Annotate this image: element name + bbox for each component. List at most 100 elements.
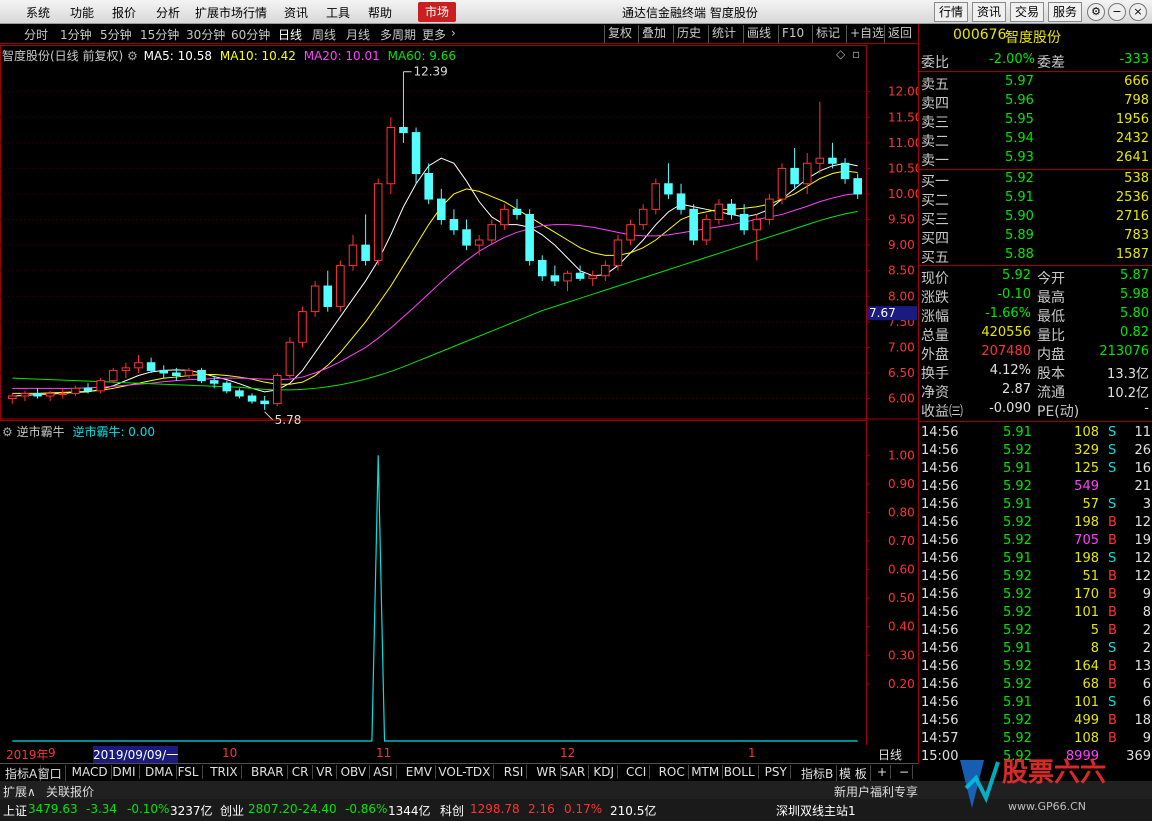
index-name[interactable]: 科创 <box>440 802 464 819</box>
candlestick[interactable] <box>601 260 610 281</box>
indicator-tab[interactable]: SAR <box>558 765 590 779</box>
candlestick[interactable] <box>537 255 547 281</box>
period-daily[interactable]: 日线 <box>278 26 302 43</box>
period-weekly[interactable]: 周线 <box>312 26 336 43</box>
candlestick[interactable] <box>449 209 459 235</box>
indicator-tab[interactable]: BOLL <box>721 765 759 779</box>
candlestick[interactable] <box>727 199 736 220</box>
period-60min[interactable]: 60分钟 <box>231 26 270 43</box>
candlestick[interactable] <box>765 193 774 225</box>
indicator-tab[interactable]: TRIX <box>207 765 242 779</box>
order-book-row[interactable]: 买三 5.90 2716 <box>919 208 1152 228</box>
candlestick[interactable] <box>121 362 131 379</box>
candlestick[interactable] <box>222 380 232 394</box>
indicator-tab[interactable]: ROC <box>656 765 689 779</box>
candlestick[interactable] <box>563 270 572 292</box>
candlestick[interactable] <box>777 163 787 205</box>
menu-tools[interactable]: 工具 <box>326 4 350 21</box>
indicator-tab[interactable]: EMV <box>403 765 436 779</box>
diamond-icon[interactable]: ◇ <box>836 47 845 61</box>
order-book-row[interactable]: 买一 5.92 538 <box>919 170 1152 190</box>
square-icon[interactable]: ▫ <box>852 47 860 61</box>
candlestick[interactable] <box>8 393 17 404</box>
period-multi[interactable]: 多周期 <box>380 26 416 43</box>
minimize-icon[interactable]: − <box>1108 3 1126 21</box>
chevron-right-icon[interactable]: › <box>451 26 456 40</box>
menu-quote[interactable]: 报价 <box>112 4 136 21</box>
candlestick[interactable] <box>373 178 383 266</box>
candlestick[interactable] <box>399 71 408 143</box>
candlestick[interactable] <box>96 378 105 394</box>
btn-jiaoyi[interactable]: 交易 <box>1010 2 1045 22</box>
candlestick[interactable] <box>840 158 850 184</box>
indicator-tab[interactable]: OBV <box>338 765 371 779</box>
order-book-row[interactable]: 卖二 5.94 2432 <box>919 130 1152 150</box>
candlestick[interactable] <box>298 306 307 348</box>
indicator-tab[interactable]: BRAR <box>248 765 288 779</box>
btn-hangqing[interactable]: 行情 <box>934 2 969 22</box>
order-book-row[interactable]: 卖一 5.93 2641 <box>919 149 1152 169</box>
indicator-tab[interactable]: VOL-TDX <box>435 765 495 779</box>
indicator-tab[interactable]: VR <box>313 765 337 779</box>
candlestick[interactable] <box>108 367 118 384</box>
candlestick[interactable] <box>134 355 143 373</box>
kline-chart-svg[interactable]: 12.00 11.50 11.00 10.50 10.00 9.50 9.00 8.50 8.0… <box>0 45 922 745</box>
candlestick[interactable] <box>676 183 686 215</box>
candlestick[interactable] <box>474 234 484 256</box>
btn-zixun[interactable]: 资讯 <box>972 2 1007 22</box>
period-30min[interactable]: 30分钟 <box>186 26 225 43</box>
related-quote-button[interactable]: 关联报价 <box>46 783 94 800</box>
menu-info[interactable]: 资讯 <box>284 4 308 21</box>
candlestick[interactable] <box>525 209 534 266</box>
candlestick[interactable] <box>550 265 560 287</box>
indicator-tab-right[interactable]: 模 板 <box>836 765 871 782</box>
candlestick[interactable] <box>487 219 497 246</box>
candlestick[interactable] <box>71 385 80 396</box>
candlestick[interactable] <box>714 199 724 225</box>
tool-mark[interactable]: 标记 <box>812 25 843 43</box>
candlestick[interactable] <box>664 163 673 200</box>
candlestick[interactable] <box>310 280 320 317</box>
candlestick[interactable] <box>33 388 42 399</box>
indicator-tab[interactable]: PSY <box>762 765 791 779</box>
server-status[interactable]: 深圳双线主站1 <box>776 802 856 819</box>
news-ticker[interactable]: 新用户福利专享 <box>834 783 918 800</box>
indicator-tab-right[interactable]: − <box>896 765 914 779</box>
indicator-tab[interactable]: ASI <box>370 765 397 779</box>
tool-add-watch[interactable]: +自选 <box>846 25 887 43</box>
candlestick[interactable] <box>512 199 522 220</box>
candlestick[interactable] <box>58 388 68 399</box>
candlestick[interactable] <box>411 127 421 184</box>
candlestick[interactable] <box>336 260 345 312</box>
candlestick[interactable] <box>323 270 333 312</box>
tool-stats[interactable]: 统计 <box>708 25 739 43</box>
candlestick[interactable] <box>462 219 471 251</box>
candlestick[interactable] <box>197 367 206 384</box>
menu-help[interactable]: 帮助 <box>368 4 392 21</box>
indicator-tab-right[interactable]: + <box>874 765 892 779</box>
candlestick[interactable] <box>272 372 282 407</box>
candlestick[interactable] <box>638 204 648 230</box>
indicator-tab[interactable]: WR <box>533 765 561 779</box>
candlestick[interactable] <box>853 173 862 200</box>
candlestick[interactable] <box>689 204 698 246</box>
candlestick[interactable] <box>348 234 358 271</box>
candlestick[interactable] <box>752 214 762 261</box>
order-book-row[interactable]: 卖五 5.97 666 <box>919 73 1152 93</box>
tool-history[interactable]: 历史 <box>673 25 704 43</box>
indicator-tab[interactable]: FSL <box>175 765 203 779</box>
expand-button[interactable]: 扩展∧ <box>3 783 36 800</box>
order-book-row[interactable]: 卖三 5.95 1956 <box>919 111 1152 131</box>
candlestick[interactable] <box>285 337 295 379</box>
tool-draw[interactable]: 画线 <box>743 25 774 43</box>
candlestick[interactable] <box>651 178 661 215</box>
period-1min[interactable]: 1分钟 <box>60 26 92 43</box>
tool-f10[interactable]: F10 <box>778 25 807 43</box>
market-button[interactable]: 市场 <box>418 2 456 22</box>
candlestick[interactable] <box>828 142 837 169</box>
settings-icon[interactable]: ⚙ <box>2 425 13 439</box>
menu-ext-market[interactable]: 扩展市场行情 <box>195 4 267 21</box>
close-icon[interactable]: × <box>1129 3 1147 21</box>
candlestick[interactable] <box>235 388 244 399</box>
tool-overlay[interactable]: 叠加 <box>638 25 669 43</box>
